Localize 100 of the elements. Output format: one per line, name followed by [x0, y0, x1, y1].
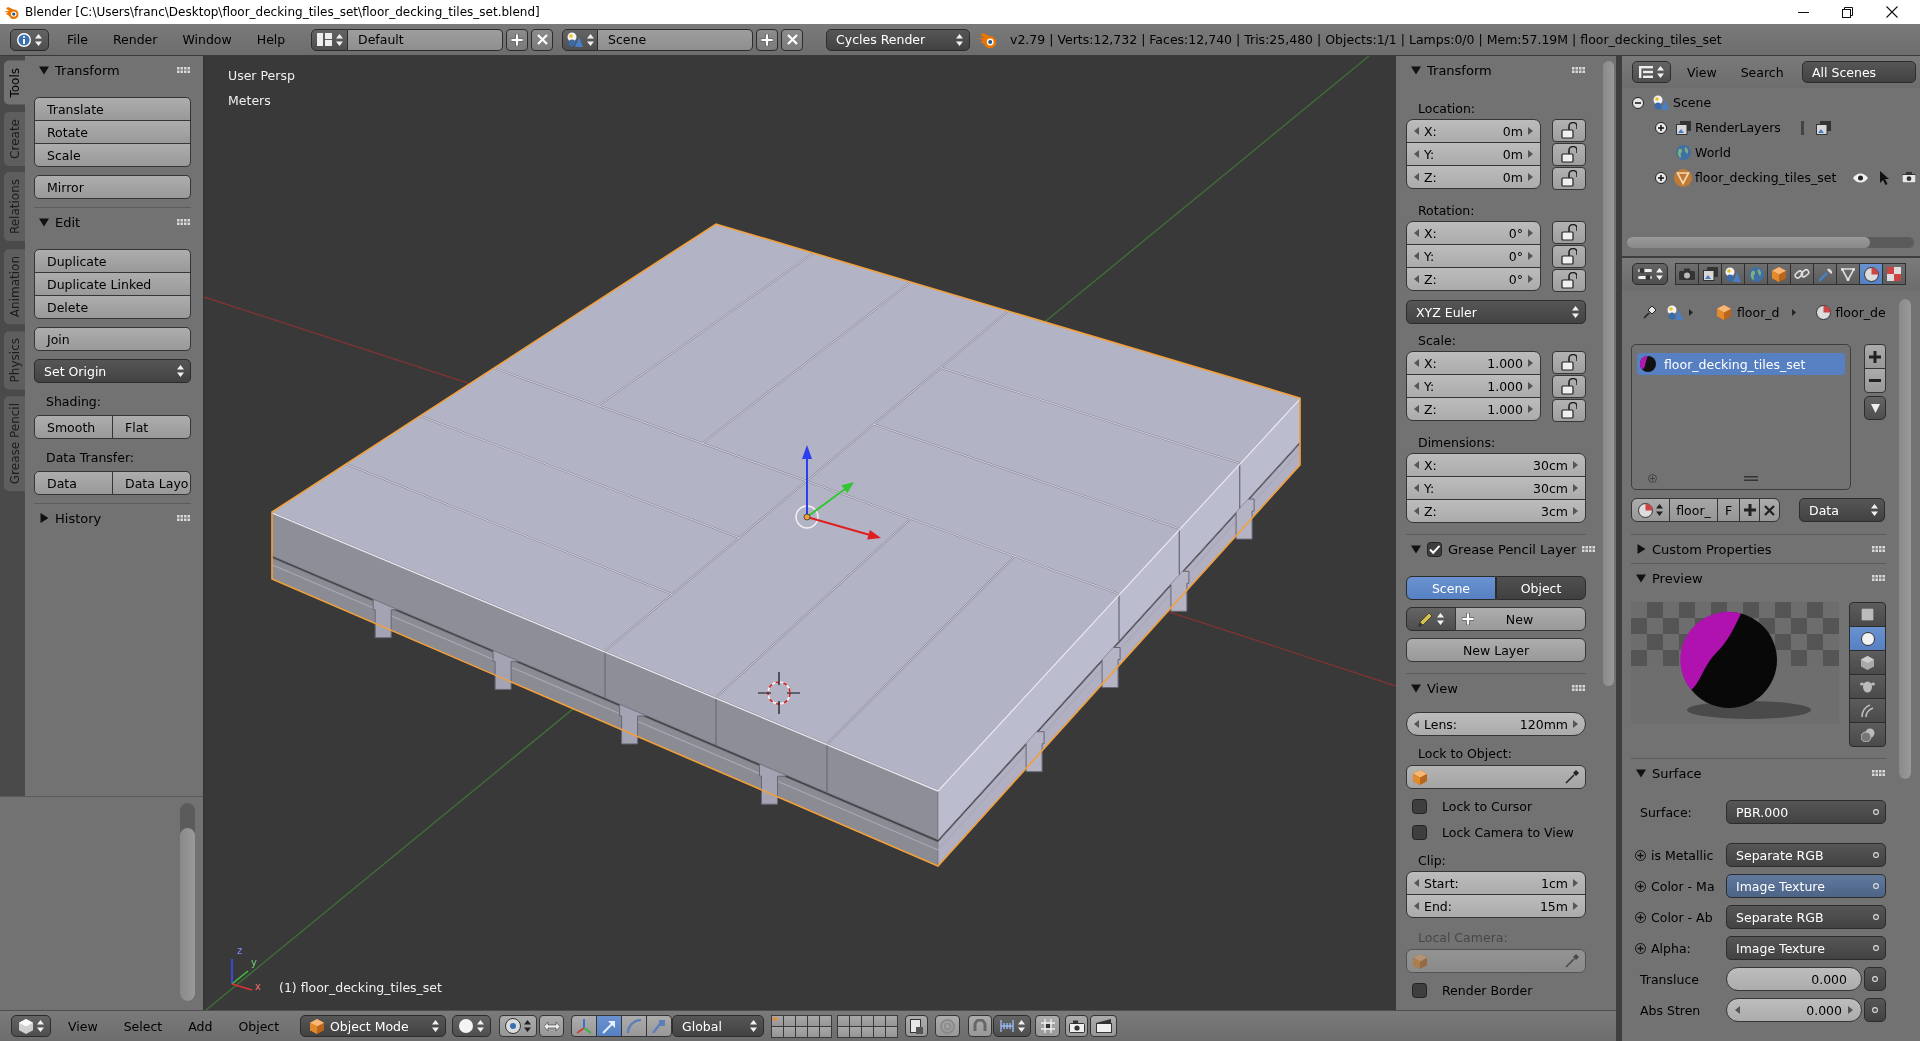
panel-header[interactable]: Preview: [1652, 570, 1866, 586]
number-field[interactable]: Z: 0m: [1406, 165, 1541, 189]
tool-button[interactable]: Smooth: [34, 415, 113, 439]
render-image-button[interactable]: [1065, 1015, 1088, 1037]
panel-header[interactable]: View: [1427, 680, 1566, 696]
material-browse-button[interactable]: [1631, 498, 1670, 522]
plus-circle-icon[interactable]: [1635, 849, 1646, 861]
caret-down-icon[interactable]: [39, 217, 49, 227]
lock-button[interactable]: [1552, 351, 1586, 374]
add-layout-button[interactable]: [506, 28, 528, 51]
tool-button[interactable]: Translate: [34, 97, 191, 121]
link-button[interactable]: [1864, 998, 1886, 1022]
preview-type-button[interactable]: [1849, 626, 1886, 651]
add-scene-button[interactable]: [756, 28, 778, 51]
eye-icon[interactable]: [1853, 172, 1868, 183]
snap-button[interactable]: [968, 1015, 992, 1037]
number-field[interactable]: 0.000: [1726, 998, 1862, 1022]
dropdown-menu[interactable]: XYZ Euler: [1406, 300, 1586, 324]
scenes-dropdown[interactable]: All Scenes: [1802, 61, 1916, 83]
checkbox-label[interactable]: Render Border: [1442, 982, 1533, 998]
slider-field[interactable]: 0.000: [1726, 967, 1862, 991]
layer-button[interactable]: [819, 1015, 832, 1027]
lock-button[interactable]: [1552, 143, 1586, 166]
checkbox-label[interactable]: Lock to Cursor: [1442, 798, 1533, 814]
properties-tab[interactable]: [1882, 263, 1906, 285]
pointer-icon[interactable]: [1880, 170, 1890, 185]
properties-tab[interactable]: [1698, 263, 1722, 285]
number-field[interactable]: Lens: 120mm: [1406, 712, 1586, 736]
preview-type-button[interactable]: [1849, 674, 1886, 699]
lock-button[interactable]: [1552, 119, 1586, 142]
manipulator-button[interactable]: [596, 1015, 622, 1037]
manipulator-button[interactable]: [621, 1015, 647, 1037]
number-field[interactable]: X: 30cm: [1406, 453, 1586, 477]
number-field[interactable]: Y: 0m: [1406, 142, 1541, 166]
number-field[interactable]: X: 1.000: [1406, 351, 1541, 375]
outliner-item[interactable]: World: [1695, 145, 1731, 160]
node-dropdown[interactable]: Separate RGB: [1726, 905, 1886, 929]
lock-button[interactable]: [1552, 221, 1586, 244]
lock-button[interactable]: [1552, 167, 1586, 190]
new-button[interactable]: New: [1455, 607, 1586, 631]
panel-header[interactable]: Custom Properties: [1652, 541, 1866, 557]
tool-button[interactable]: Scale: [34, 143, 191, 167]
delete-scene-button[interactable]: [781, 28, 803, 51]
node-dropdown[interactable]: Separate RGB: [1726, 843, 1886, 867]
menu-item[interactable]: Object: [238, 1018, 280, 1034]
checkbox[interactable]: [1412, 798, 1427, 814]
checkbox-label[interactable]: Lock Camera to View: [1442, 824, 1574, 840]
menu-item[interactable]: Help: [256, 32, 286, 47]
restore-icon[interactable]: [1842, 6, 1853, 18]
dropdown-menu[interactable]: Set Origin: [34, 359, 191, 383]
scrollbar-thumb[interactable]: [1627, 237, 1870, 248]
collapse-icon[interactable]: [1632, 96, 1644, 109]
panel-header[interactable]: History: [55, 510, 171, 526]
tool-tab[interactable]: Tools: [4, 61, 25, 105]
unlink-button[interactable]: [1759, 498, 1780, 522]
tool-button[interactable]: Rotate: [34, 120, 191, 144]
outliner-item[interactable]: RenderLayers: [1695, 120, 1781, 135]
caret-down-icon[interactable]: [1411, 65, 1421, 75]
properties-tab[interactable]: [1675, 263, 1699, 285]
menu-item[interactable]: Search: [1740, 64, 1784, 80]
caret-down-icon[interactable]: [1636, 573, 1646, 583]
checkbox[interactable]: [1427, 541, 1442, 557]
editor-type-button[interactable]: [1632, 263, 1668, 285]
number-field[interactable]: Start: 1cm: [1406, 871, 1586, 895]
scene-field[interactable]: Scene: [598, 28, 753, 51]
preview-type-button[interactable]: [1849, 650, 1886, 675]
checkbox[interactable]: [1412, 982, 1427, 998]
render-animation-button[interactable]: [1090, 1015, 1117, 1037]
number-field[interactable]: Y: 1.000: [1406, 374, 1541, 398]
close-icon[interactable]: [1886, 6, 1898, 18]
expand-icon[interactable]: [1655, 171, 1667, 184]
axis-arrows-icon[interactable]: [795, 445, 881, 540]
panel-header[interactable]: Edit: [55, 214, 171, 230]
pivot-dropdown[interactable]: [499, 1015, 537, 1037]
plus-circle-icon[interactable]: [1635, 942, 1646, 954]
tool-button[interactable]: Mirror: [34, 175, 191, 199]
manipulator-button[interactable]: [571, 1015, 597, 1037]
node-dropdown[interactable]: PBR.000: [1726, 800, 1886, 824]
layout-menu-button[interactable]: [311, 28, 348, 51]
link-dropdown[interactable]: Data: [1799, 498, 1885, 522]
orientation-dropdown[interactable]: Global: [672, 1015, 764, 1037]
mode-dropdown[interactable]: Object Mode: [300, 1015, 446, 1037]
layer-button[interactable]: [885, 1026, 898, 1038]
tool-button[interactable]: Data: [34, 471, 113, 495]
render-engine-dropdown[interactable]: Cycles Render: [826, 28, 970, 51]
editor-type-button[interactable]: [11, 1015, 51, 1037]
lock-button[interactable]: [1552, 269, 1586, 292]
properties-tab[interactable]: [1836, 263, 1860, 285]
panel-header[interactable]: Grease Pencil Layer: [1448, 541, 1577, 557]
screen-layout-field[interactable]: Default: [348, 28, 503, 51]
menu-item[interactable]: Select: [123, 1018, 163, 1034]
pencil-menu-button[interactable]: [1406, 607, 1456, 631]
material-name-field[interactable]: floor_: [1669, 498, 1718, 522]
caret-down-icon[interactable]: [1636, 768, 1646, 778]
caret-right-icon[interactable]: [39, 513, 49, 523]
eyedropper-icon[interactable]: [1565, 770, 1579, 784]
material-slot[interactable]: floor_decking_tiles_set: [1637, 353, 1845, 375]
layer-button[interactable]: [885, 1015, 898, 1027]
outliner-item[interactable]: floor_decking_tiles_set: [1695, 170, 1837, 185]
node-dropdown[interactable]: Image Texture: [1726, 874, 1886, 898]
